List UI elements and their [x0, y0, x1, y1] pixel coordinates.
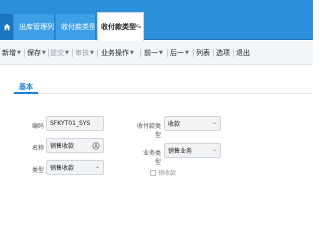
submit-button[interactable]: 提交 ▼	[50, 48, 69, 58]
toolbar-divider	[140, 49, 141, 57]
toolbar-divider	[233, 49, 234, 57]
toolbar: 新增 ▼ 保存 ▼ 提交 ▼ 审核 ▼ 业务操作 ▼ 前一 ▼ 后一 ▼ 列表 选项 退出	[0, 41, 313, 65]
home-icon	[3, 23, 10, 31]
prev-label: 前一	[144, 49, 158, 57]
submit-label: 提交	[50, 49, 64, 57]
name-field[interactable]: 销售收款 A	[46, 138, 104, 153]
chevron-down-icon: ▼	[130, 50, 134, 56]
business-ops-label: 业务操作	[101, 49, 129, 57]
chevron-down-icon: ⌄	[211, 146, 217, 153]
exit-button[interactable]: 退出	[236, 48, 250, 58]
checkbox-label: 预收款	[158, 170, 177, 177]
chevron-down-icon: ▼	[185, 50, 189, 56]
code-field[interactable]: SFKYT01_SYS	[46, 116, 104, 131]
checkbox-box[interactable]	[150, 169, 156, 176]
tab-label: 收付款类型	[61, 23, 96, 31]
chevron-down-icon: ▼	[17, 50, 21, 56]
business-type-value: 销售业务	[168, 148, 193, 155]
save-button[interactable]: 保存 ▼	[27, 48, 46, 58]
close-icon[interactable]: ×	[134, 22, 140, 30]
chevron-down-icon: ⌄	[211, 119, 217, 126]
payment-type-value: 收款	[168, 121, 181, 128]
toolbar-divider	[213, 49, 214, 57]
toolbar-divider	[193, 49, 194, 57]
tab-label: 出库管理列表	[19, 23, 54, 31]
audit-label: 审核	[75, 49, 89, 57]
new-button[interactable]: 新增 ▼	[2, 48, 21, 58]
type-select[interactable]: 销售收款 ⌄	[46, 160, 104, 175]
tab-payment-type-edit[interactable]: 收付款类型 - 修改 ×	[97, 12, 144, 41]
options-label: 选项	[216, 49, 230, 57]
prepayment-checkbox[interactable]: 预收款	[150, 168, 176, 177]
type-label: 类型	[31, 167, 44, 174]
chevron-down-icon: ▼	[42, 50, 46, 56]
options-button[interactable]: 选项	[216, 48, 230, 58]
business-type-label: 业务类型	[142, 150, 161, 166]
toolbar-divider	[24, 49, 25, 57]
business-type-select[interactable]: 销售业务 ⌄	[164, 143, 221, 158]
chevron-down-icon: ▼	[65, 50, 69, 56]
next-label: 后一	[170, 49, 184, 57]
list-button[interactable]: 列表	[196, 48, 210, 58]
name-label: 名称	[31, 145, 44, 152]
next-button[interactable]: 后一 ▼	[170, 48, 189, 58]
chevron-down-icon: ▼	[159, 50, 163, 56]
exit-label: 退出	[236, 49, 250, 57]
prev-button[interactable]: 前一 ▼	[144, 48, 163, 58]
toolbar-divider	[48, 49, 49, 57]
translate-icon[interactable]: A	[92, 142, 100, 150]
tab-payment-types[interactable]: 收付款类型	[56, 14, 96, 40]
section-divider	[12, 93, 313, 94]
payment-type-select[interactable]: 收款 ⌄	[164, 116, 221, 131]
code-label: 编码	[31, 123, 44, 130]
home-tab[interactable]	[0, 14, 13, 40]
toolbar-divider	[167, 49, 168, 57]
type-value: 销售收款	[50, 165, 75, 172]
tab-outbound-list[interactable]: 出库管理列表	[14, 14, 55, 40]
name-value: 销售收款	[50, 143, 75, 150]
new-label: 新增	[2, 49, 16, 57]
audit-button[interactable]: 审核 ▼	[75, 48, 94, 58]
save-label: 保存	[27, 49, 41, 57]
code-value: SFKYT01_SYS	[50, 120, 91, 127]
active-tab-indicator	[14, 92, 38, 94]
tab-basic[interactable]: 基本	[19, 82, 33, 92]
chevron-down-icon: ⌄	[94, 163, 100, 170]
chevron-down-icon: ▼	[90, 50, 94, 56]
tab-bar: 出库管理列表 收付款类型 收付款类型 - 修改 ×	[0, 0, 313, 41]
toolbar-divider	[97, 49, 98, 57]
payment-type-label: 收付款类型	[137, 123, 162, 139]
business-ops-button[interactable]: 业务操作 ▼	[101, 48, 134, 58]
toolbar-divider	[72, 49, 73, 57]
list-label: 列表	[196, 49, 210, 57]
